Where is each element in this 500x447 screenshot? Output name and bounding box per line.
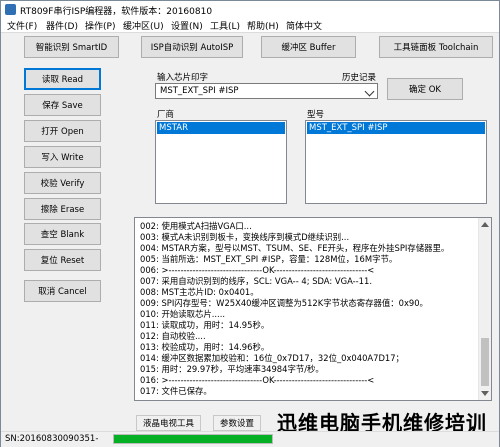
read-button[interactable]: 读取 Read [24, 68, 101, 90]
vendor-label: 厂商 [157, 110, 175, 120]
menu-operation[interactable]: 操作(P) [85, 19, 115, 32]
auto-isp-button[interactable]: ISP自动识别 AutoISP [141, 36, 243, 58]
menu-buffer[interactable]: 缓冲区(U) [123, 19, 164, 32]
tab-lcd-tools[interactable]: 液晶电视工具 [136, 415, 202, 431]
save-button[interactable]: 保存 Save [24, 94, 101, 116]
blank-check-button[interactable]: 查空 Blank [24, 223, 101, 245]
vendor-list[interactable]: MSTAR [155, 120, 287, 204]
log-line: 012: 自动校验.... [140, 331, 206, 341]
log-line: 015: 用时：29.97秒，平均速率34984字节/秒。 [140, 364, 324, 374]
chip-combo[interactable]: MST_EXT_SPI #ISP [155, 83, 378, 99]
chip-input-label: 输入芯片印字 [157, 73, 209, 83]
menu-language[interactable]: 简体中文 [286, 19, 322, 32]
log-line: 005: 当前所选：MST_EXT_SPI #ISP，容量：128M位，16M字… [140, 254, 398, 264]
progress-bar [113, 434, 273, 444]
model-list[interactable]: MST_EXT_SPI #ISP [305, 120, 487, 204]
log-line: 002: 使用模式A扫描VGA口... [140, 221, 252, 231]
buffer-button[interactable]: 缓冲区 Buffer [261, 36, 356, 58]
log-scrollbar[interactable] [478, 218, 491, 400]
menu-help[interactable]: 帮助(H) [247, 19, 279, 32]
progress-fill [114, 435, 272, 443]
app-icon [5, 4, 16, 15]
verify-button[interactable]: 校验 Verify [24, 172, 101, 194]
vendor-list-item[interactable]: MSTAR [157, 122, 285, 134]
log-panel[interactable]: 002: 使用模式A扫描VGA口... 003: 模式A未识别到板卡，变换线序到… [134, 217, 492, 401]
log-line: 016: >-------------------------------OK-… [140, 375, 375, 385]
log-line: 013: 校验成功，用时：14.96秒。 [140, 342, 270, 352]
log-line: 010: 开始读取芯片..... [140, 309, 226, 319]
scroll-thumb[interactable] [481, 338, 489, 386]
log-line: 011: 读取成功，用时：14.95秒。 [140, 320, 270, 330]
log-line: 017: 文件已保存。 [140, 386, 212, 396]
serial-number: SN:20160830090351- [5, 434, 99, 444]
log-line: 008: MST主芯片ID: 0x0401。 [140, 287, 259, 297]
main-window: RT809F串行ISP编程器，软件版本：20160810 文件(F) 器件(D)… [0, 0, 500, 447]
toolchain-button[interactable]: 工具链面板 Toolchain [379, 36, 493, 58]
chevron-down-icon[interactable] [364, 86, 375, 97]
log-line: 009: SPI闪存型号：W25X40缓冲区调整为512K字节状态寄存器值：0x… [140, 298, 428, 308]
menu-file[interactable]: 文件(F) [7, 19, 37, 32]
title-bar[interactable]: RT809F串行ISP编程器，软件版本：20160810 [1, 1, 499, 18]
menu-device[interactable]: 器件(D) [46, 19, 78, 32]
log-line: 007: 采用自动识别到的线序，SCL: VGA-- 4; SDA: VGA--… [140, 276, 372, 286]
tab-params[interactable]: 参数设置 [213, 415, 262, 431]
open-button[interactable]: 打开 Open [24, 120, 101, 142]
chip-combo-value: MST_EXT_SPI #ISP [160, 86, 239, 96]
window-title: RT809F串行ISP编程器，软件版本：20160810 [20, 7, 213, 17]
menu-tools[interactable]: 工具(L) [210, 19, 240, 32]
ok-button[interactable]: 确定 OK [387, 78, 463, 100]
reset-button[interactable]: 复位 Reset [24, 249, 101, 271]
smart-id-button[interactable]: 智能识别 SmartID [24, 36, 119, 58]
log-line: 014: 缓冲区数据累加校验和：16位_0x7D17，32位_0x040A7D1… [140, 353, 404, 363]
model-label: 型号 [307, 110, 325, 120]
model-list-item[interactable]: MST_EXT_SPI #ISP [307, 122, 485, 134]
log-line: 004: MSTAR方案，型号以MST、TSUM、SE、FE开头，程序在外挂SP… [140, 243, 450, 253]
scroll-up-icon[interactable] [481, 222, 489, 227]
erase-button[interactable]: 擦除 Erase [24, 198, 101, 220]
write-button[interactable]: 写入 Write [24, 146, 101, 168]
history-label: 历史记录 [342, 73, 377, 83]
log-line: 003: 模式A未识别到板卡，变换线序到模式D继续识别... [140, 232, 350, 242]
menu-settings[interactable]: 设置(N) [171, 19, 203, 32]
cancel-button[interactable]: 取消 Cancel [24, 280, 101, 302]
menu-bar: 文件(F) 器件(D) 操作(P) 缓冲区(U) 设置(N) 工具(L) 帮助(… [1, 18, 499, 33]
scroll-down-icon[interactable] [481, 391, 489, 396]
log-line: 006: >-------------------------------OK-… [140, 265, 375, 275]
